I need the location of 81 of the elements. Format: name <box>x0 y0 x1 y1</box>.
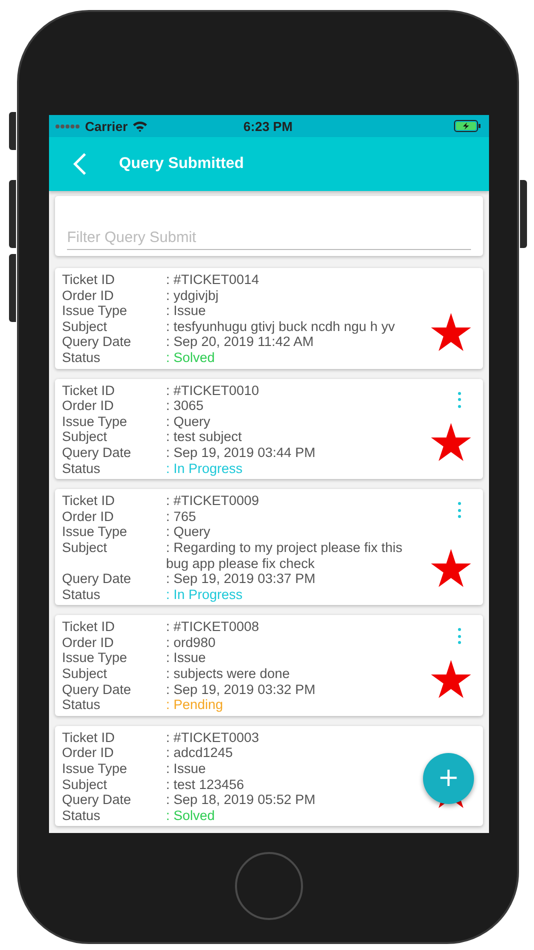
field-label: Status <box>62 808 102 824</box>
ticket-card[interactable]: Ticket ID : #TICKET0009 Order ID : 765 Issue Type : Query Subject : Regarding to my project please fix this bug app please fix check Query Date : Sep 19, 2019 03:37 PM Status : In Progress <box>55 489 483 606</box>
field-label: Subject <box>62 540 108 557</box>
field-label: Query Date <box>62 444 132 461</box>
field-label: Issue Type <box>62 414 128 430</box>
field-label: Ticket ID <box>62 493 116 509</box>
field-value: : Sep 19, 2019 03:32 PM <box>166 682 316 698</box>
field-label: Status <box>62 697 102 713</box>
field-label: Order ID <box>62 745 115 762</box>
field-label: Query Date <box>62 792 132 808</box>
field-label: Issue Type <box>62 650 128 666</box>
star-icon <box>431 423 471 462</box>
star-icon <box>431 660 471 698</box>
filter-input-field[interactable]: Filter Query Submit <box>67 225 471 250</box>
status-value: : In Progress <box>166 586 243 602</box>
more-menu-icon[interactable] <box>456 392 462 408</box>
field-value: : Query <box>166 414 210 430</box>
status-value: : Solved <box>166 808 215 824</box>
field-value: : Issue <box>166 650 206 666</box>
field-value: : Issue <box>166 303 206 319</box>
more-menu-icon[interactable] <box>456 502 462 518</box>
field-label: Status <box>62 350 102 366</box>
field-label: Subject <box>62 666 108 682</box>
field-label: Issue Type <box>62 761 128 777</box>
status-value: : In Progress <box>166 460 243 476</box>
field-label: Order ID <box>62 398 115 414</box>
field-value: : Sep 20, 2019 11:42 AM <box>166 334 314 350</box>
ticket-card[interactable]: Ticket ID : #TICKET0010 Order ID : 3065 Issue Type : Query Subject : test subject Query Date : Sep 19, 2019 03:44 PM Status : In Progress <box>55 378 483 480</box>
field-value: : test 123456 <box>166 776 244 792</box>
field-value: : ord980 <box>166 634 216 650</box>
field-value: : Sep 19, 2019 03:37 PM <box>166 571 316 587</box>
star-icon <box>431 549 471 588</box>
field-label: Ticket ID <box>62 619 116 635</box>
carrier-label: Carrier <box>85 118 128 134</box>
status-value: : Solved <box>166 350 215 366</box>
back-chevron-icon[interactable] <box>73 152 87 176</box>
status-value: : Pending <box>166 697 224 713</box>
field-value: : #TICKET0009 <box>166 493 260 509</box>
field-label: Query Date <box>62 682 132 698</box>
field-value: : Regarding to my project please fix this bug app please fix check <box>166 540 404 572</box>
field-label: Order ID <box>62 288 115 304</box>
field-value: : Issue <box>166 761 206 777</box>
field-value: : #TICKET0010 <box>166 382 260 398</box>
ticket-card[interactable]: Ticket ID : #TICKET0008 Order ID : ord980 Issue Type : Issue Subject : subjects were done Query Date : Sep 19, 2019 03:32 PM Status : Pending <box>55 615 483 716</box>
field-label: Query Date <box>62 334 132 350</box>
field-label: Status <box>62 586 102 602</box>
clock-time: 6:23 PM <box>242 118 294 134</box>
page-title: Query Submitted <box>119 155 244 173</box>
wifi-icon <box>132 120 148 132</box>
field-label: Query Date <box>62 571 132 587</box>
field-value: : ydgivjbj <box>166 288 219 304</box>
field-label: Ticket ID <box>62 272 116 288</box>
field-value: : 765 <box>166 508 196 524</box>
field-label: Subject <box>62 429 108 445</box>
field-label: Subject <box>62 776 108 792</box>
battery-charging-icon <box>454 120 481 132</box>
ticket-card[interactable]: Ticket ID : #TICKET0014 Order ID : ydgivjbj Issue Type : Issue Subject : tesfyunhugu gtivj buck ncdh ngu h yv Query Date : Sep 20, 2019 11:42 AM Status : Solved <box>55 268 483 369</box>
home-button[interactable] <box>235 852 303 920</box>
field-label: Subject <box>62 318 108 334</box>
field-label: Status <box>62 460 102 476</box>
field-label: Order ID <box>62 634 115 650</box>
more-menu-icon[interactable] <box>456 628 462 644</box>
field-label: Issue Type <box>62 303 128 319</box>
field-value: : test subject <box>166 429 242 445</box>
field-value: : Sep 18, 2019 05:52 PM <box>166 792 316 808</box>
field-value: : subjects were done <box>166 666 290 682</box>
signal-icon <box>55 124 81 128</box>
field-value: : #TICKET0008 <box>166 619 260 635</box>
field-label: Order ID <box>62 508 115 524</box>
field-label: Ticket ID <box>62 382 116 398</box>
filter-field[interactable]: Filter Query Submit <box>55 196 483 256</box>
field-value: : #TICKET0014 <box>166 272 260 288</box>
star-icon <box>431 312 471 351</box>
field-value: : Query <box>166 524 210 540</box>
field-label: Ticket ID <box>62 730 116 746</box>
field-value: : #TICKET0003 <box>166 730 260 746</box>
field-label: Issue Type <box>62 524 128 540</box>
field-value: : 3065 <box>166 398 204 414</box>
field-value: : tesfyunhugu gtivj buck ncdh ngu h yv <box>166 318 395 334</box>
field-value: : Sep 19, 2019 03:44 PM <box>166 444 316 461</box>
field-value: : adcd1245 <box>166 745 233 762</box>
